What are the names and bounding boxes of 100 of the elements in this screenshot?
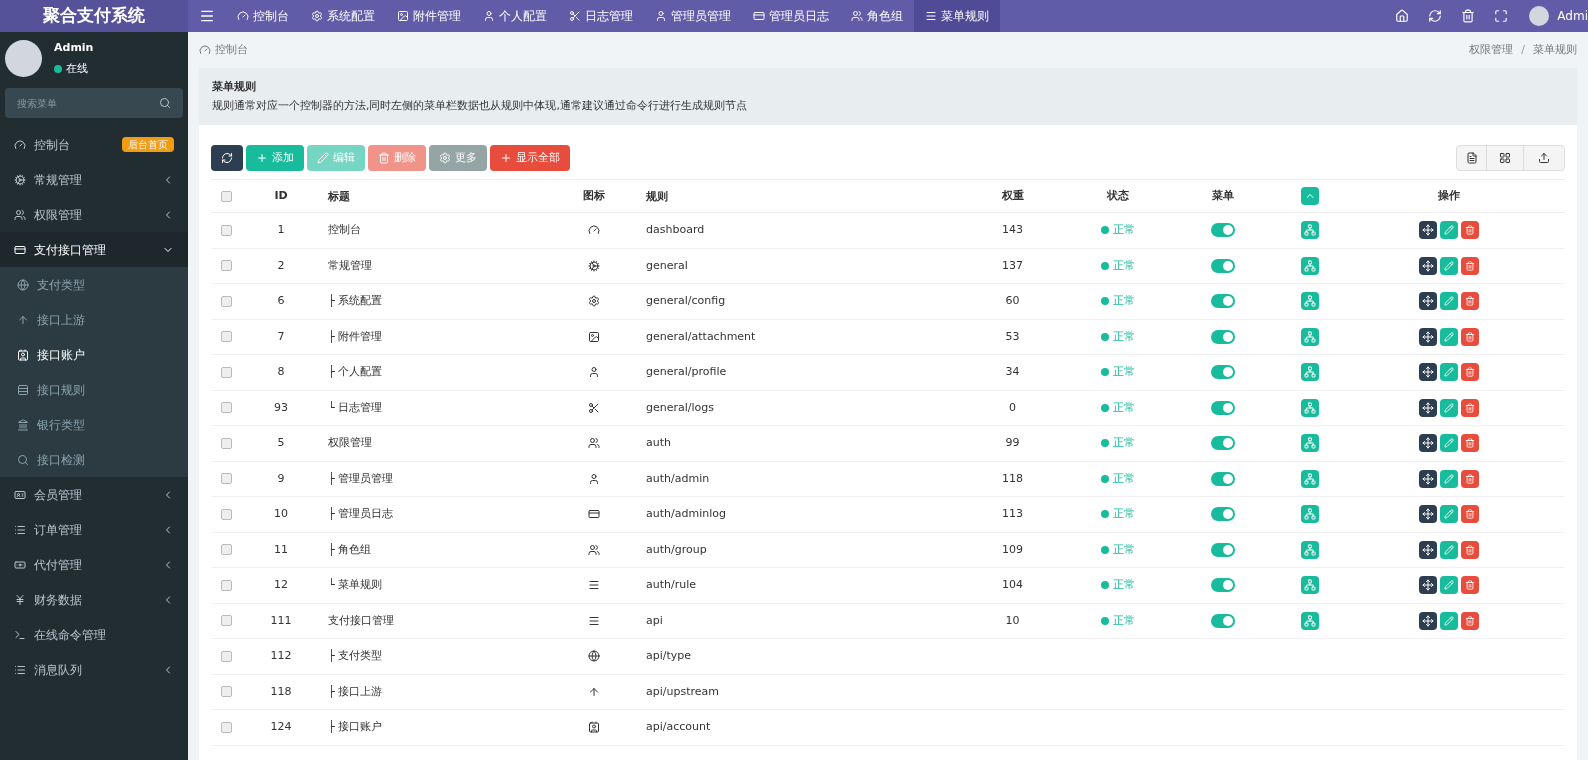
sidebar-item[interactable]: 订单管理 <box>0 512 188 547</box>
menu-toggle[interactable] <box>1210 400 1235 415</box>
tree-button[interactable] <box>1301 611 1319 630</box>
tree-button[interactable] <box>1301 327 1319 346</box>
checkbox[interactable] <box>221 402 232 414</box>
checkbox[interactable] <box>221 331 232 343</box>
checkbox[interactable] <box>221 686 232 698</box>
checkbox[interactable] <box>221 721 232 733</box>
search-field[interactable]: 搜索菜单 <box>5 88 183 118</box>
nav-tab[interactable]: 菜单规则 <box>914 0 1000 32</box>
nav-tab[interactable]: 附件管理 <box>386 0 472 32</box>
nav-tab[interactable]: 管理员日志 <box>742 0 840 32</box>
breadcrumb-link[interactable]: 菜单规则 <box>1533 41 1577 59</box>
gear-icon <box>311 10 323 22</box>
trash-icon <box>1464 615 1475 626</box>
tree-button[interactable] <box>1301 221 1319 240</box>
checkbox[interactable] <box>221 615 232 627</box>
checkbox[interactable] <box>221 224 232 236</box>
tree-button[interactable] <box>1301 434 1319 453</box>
drag-button[interactable] <box>1418 540 1437 559</box>
checkbox[interactable] <box>221 650 232 662</box>
sidebar-item[interactable]: 代付管理 <box>0 547 188 582</box>
menu-toggle[interactable] <box>1210 507 1235 522</box>
drag-button[interactable] <box>1418 256 1437 275</box>
checkbox[interactable] <box>221 295 232 307</box>
tree-button[interactable] <box>1301 469 1319 488</box>
checkbox[interactable] <box>221 260 232 272</box>
collapse-button[interactable] <box>1301 187 1319 205</box>
menu-toggle[interactable] <box>1210 329 1235 344</box>
drag-button[interactable] <box>1418 505 1437 524</box>
delete-button[interactable] <box>1460 434 1479 453</box>
checkbox[interactable] <box>221 544 232 556</box>
checkbox[interactable] <box>221 579 232 591</box>
drag-button[interactable] <box>1418 327 1437 346</box>
sidebar-subitem[interactable]: 接口账户 <box>0 337 188 372</box>
drag-button[interactable] <box>1418 576 1437 595</box>
nav-tab[interactable]: 系统配置 <box>300 0 386 32</box>
menu-toggle[interactable] <box>1210 365 1235 380</box>
checkbox[interactable] <box>221 190 232 202</box>
drag-button[interactable] <box>1418 611 1437 630</box>
drag-button[interactable] <box>1418 434 1437 453</box>
delete-button[interactable] <box>1460 363 1479 382</box>
sidebar-subitem[interactable]: 接口规则 <box>0 372 188 407</box>
delete-button[interactable] <box>1460 398 1479 417</box>
menu-toggle[interactable] <box>1210 294 1235 309</box>
tree-button[interactable] <box>1301 363 1319 382</box>
sidebar-subitem[interactable]: 支付类型 <box>0 267 188 302</box>
delete-button[interactable] <box>1460 611 1479 630</box>
delete-button[interactable] <box>1460 540 1479 559</box>
sidebar-subitem[interactable]: 接口检测 <box>0 442 188 477</box>
breadcrumb-link[interactable]: 权限管理 <box>1469 41 1514 59</box>
tree-button[interactable] <box>1301 540 1319 559</box>
menu-toggle[interactable] <box>1210 578 1235 593</box>
nav-tab[interactable]: 角色组 <box>840 0 914 32</box>
menu-toggle[interactable] <box>1210 471 1235 486</box>
refresh-button[interactable] <box>211 145 243 171</box>
menu-toggle[interactable] <box>1210 542 1235 557</box>
delete-button[interactable] <box>1460 505 1479 524</box>
checkbox[interactable] <box>221 473 232 485</box>
drag-button[interactable] <box>1418 363 1437 382</box>
nav-tab[interactable]: 日志管理 <box>558 0 644 32</box>
tree-button[interactable] <box>1301 398 1319 417</box>
menu-toggle[interactable] <box>1210 258 1235 273</box>
sidebar-item[interactable]: 权限管理 <box>0 197 188 232</box>
sidebar-item[interactable]: 会员管理 <box>0 477 188 512</box>
sidebar-item[interactable]: 控制台 后台首页 <box>0 127 188 162</box>
delete-button[interactable] <box>1460 469 1479 488</box>
nav-tab[interactable]: 控制台 <box>226 0 300 32</box>
sidebar-subitem[interactable]: 银行类型 <box>0 407 188 442</box>
drag-button[interactable] <box>1418 469 1437 488</box>
drag-button[interactable] <box>1418 398 1437 417</box>
checkbox[interactable] <box>221 508 232 520</box>
delete-button[interactable] <box>1460 256 1479 275</box>
sidebar-subitem[interactable]: 接口上游 <box>0 302 188 337</box>
show-all-button[interactable]: 显示全部 <box>490 145 570 171</box>
menu-toggle[interactable] <box>1210 223 1235 238</box>
delete-button[interactable] <box>1460 327 1479 346</box>
tree-button[interactable] <box>1301 292 1319 311</box>
checkbox[interactable] <box>221 437 232 449</box>
tree-button[interactable] <box>1301 256 1319 275</box>
delete-button[interactable] <box>1460 576 1479 595</box>
nav-tab[interactable]: 管理员管理 <box>644 0 742 32</box>
tree-button[interactable] <box>1301 505 1319 524</box>
tree-button[interactable] <box>1301 576 1319 595</box>
pencil-icon <box>1443 367 1454 378</box>
sidebar-item[interactable]: 常规管理 <box>0 162 188 197</box>
menu-toggle[interactable] <box>1210 436 1235 451</box>
sidebar-item[interactable]: 在线命令管理 <box>0 617 188 652</box>
menu-toggle[interactable] <box>1210 613 1235 628</box>
sidebar-item[interactable]: 支付接口管理 <box>0 232 188 267</box>
drag-button[interactable] <box>1418 292 1437 311</box>
delete-button[interactable] <box>1460 292 1479 311</box>
delete-button[interactable] <box>1460 221 1479 240</box>
user-name[interactable]: Admi <box>1557 7 1588 25</box>
sidebar-item[interactable]: 财务数据 <box>0 582 188 617</box>
drag-button[interactable] <box>1418 221 1437 240</box>
checkbox[interactable] <box>221 366 232 378</box>
sidebar-item[interactable]: 消息队列 <box>0 652 188 687</box>
breadcrumb-home[interactable]: 控制台 <box>215 41 248 59</box>
nav-tab[interactable]: 个人配置 <box>472 0 558 32</box>
